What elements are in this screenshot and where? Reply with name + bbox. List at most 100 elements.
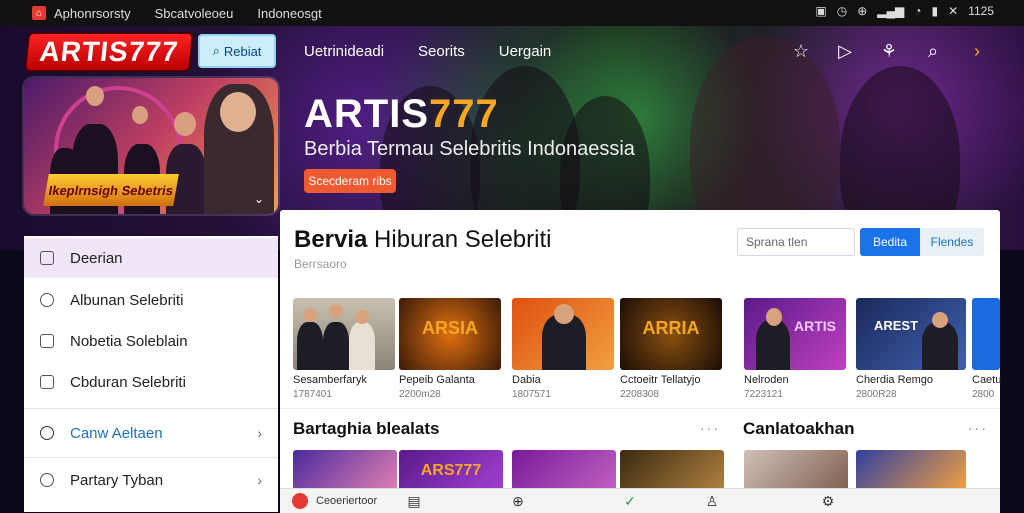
- card-meta: 7223121: [744, 389, 783, 400]
- wifi-icon: ◔: [914, 4, 922, 18]
- content-thumbnail[interactable]: [293, 450, 397, 490]
- alarm-icon: ◷: [836, 4, 848, 18]
- content-thumbnail[interactable]: ARS777: [399, 450, 503, 490]
- signal-icon: ▂▄▆: [877, 4, 905, 18]
- card-thumbnail: [293, 298, 395, 370]
- sidebar-item-label: Canw Aeltaen: [70, 424, 163, 442]
- card-title: Caetu: [972, 374, 1002, 386]
- sidebar-item[interactable]: Cbduran Selebriti: [24, 362, 278, 402]
- sidebar-item[interactable]: Nobetia Soleblain: [24, 321, 278, 361]
- section-title: Canlatoakhan: [743, 419, 855, 438]
- section-title: Bartaghia blealats: [293, 419, 440, 438]
- sidebar-item-label: Partary Tyban: [70, 471, 164, 489]
- chevron-right-icon: ›: [257, 472, 262, 488]
- singer-face: [220, 92, 256, 132]
- app-logo-icon: ⌂: [32, 6, 46, 20]
- sidebar-item[interactable]: Partary Tyban ›: [24, 460, 278, 500]
- sidebar-item-label: Albunan Selebriti: [70, 291, 184, 309]
- filter-input[interactable]: Sprana tlen: [737, 228, 855, 256]
- content-card[interactable]: AREST Cherdia Remgo 2800R28: [856, 298, 966, 400]
- nav-link[interactable]: Uetrinideadi: [304, 43, 384, 60]
- search-icon[interactable]: ⌕: [922, 40, 944, 62]
- top-navigation: Uetrinideadi Seorits Uergain: [304, 43, 551, 60]
- content-card[interactable]: ARRIA Cctoeitr Tellatyjo 2208308: [620, 298, 722, 400]
- card-title: Pepeib Galanta: [399, 374, 475, 386]
- nav-link[interactable]: Seorits: [418, 43, 465, 60]
- page-title-bold: Bervia: [294, 226, 368, 253]
- card-thumbnail: ARRIA: [620, 298, 722, 370]
- hero-title: ARTIS777: [304, 92, 499, 137]
- status-icons: ▣ ◷ ⊕ ▂▄▆ ◔ ▮ ✕ 1125: [815, 4, 994, 18]
- sidebar-item[interactable]: Canw Aeltaen ›: [24, 413, 278, 453]
- card-meta: 1787401: [293, 389, 332, 400]
- card-title: Nelroden: [744, 374, 789, 386]
- content-thumbnail[interactable]: [512, 450, 616, 490]
- card-meta: 2800: [972, 389, 995, 400]
- bottom-bar: Ceoeriertoor ▤ ⊕ ✓ ♙ ⚙: [280, 488, 1000, 513]
- clock: 1125: [968, 4, 994, 18]
- heart-icon: [40, 293, 54, 307]
- card-thumbnail: ARSIA: [399, 298, 501, 370]
- person-face: [86, 86, 104, 106]
- card-title: Cherdia Remgo: [856, 374, 934, 386]
- sidebar-item[interactable]: Deerian: [24, 238, 278, 278]
- card-meta: 1807571: [512, 389, 551, 400]
- star-icon[interactable]: ☆: [790, 40, 812, 62]
- nav-link[interactable]: Uergain: [499, 43, 552, 60]
- hero-subtitle: Berbia Termau Selebritis Indonaessia: [304, 138, 635, 160]
- chevron-down-icon[interactable]: ⌄: [254, 192, 264, 206]
- content-card[interactable]: ARTIS Nelroden 7223121: [744, 298, 846, 400]
- filter-button[interactable]: Bedita: [860, 228, 920, 256]
- content-thumbnail[interactable]: [856, 450, 966, 490]
- content-card[interactable]: Dabia 1807571: [512, 298, 614, 400]
- smile-icon: [40, 473, 54, 487]
- content-thumbnail[interactable]: [744, 450, 848, 490]
- check-icon[interactable]: ✓: [622, 493, 638, 509]
- search-button[interactable]: ⌕ Rebiat: [198, 34, 276, 68]
- document-icon[interactable]: ▤: [406, 493, 422, 509]
- featured-badge: Ikeplrnsigh Sebetris: [43, 174, 179, 206]
- card-thumbnail: [972, 298, 1000, 370]
- sidebar-item-label: Nobetia Soleblain: [70, 332, 188, 350]
- divider: [24, 408, 278, 409]
- user-icon[interactable]: ♙: [704, 493, 720, 509]
- more-options-icon[interactable]: ···: [700, 420, 720, 436]
- more-options-icon[interactable]: ···: [968, 420, 988, 436]
- page-title: Bervia Hiburan Selebriti: [294, 226, 551, 254]
- person-face: [554, 304, 574, 324]
- card-thumbnail-text: ARTIS: [794, 318, 836, 334]
- person-face: [329, 304, 343, 318]
- settings-icon[interactable]: ⚙: [820, 493, 836, 509]
- app-logo-icon: [292, 493, 308, 509]
- add-icon[interactable]: ⊕: [510, 493, 526, 509]
- cast-icon: ⊕: [857, 4, 868, 18]
- sidebar: Deerian Albunan Selebriti Nobetia Solebl…: [24, 236, 278, 512]
- person-figure: [922, 322, 958, 370]
- share-icon[interactable]: ⚘: [878, 40, 900, 62]
- content-card[interactable]: Sesamberfaryk 1787401: [293, 298, 395, 400]
- content-card[interactable]: Caetu 2800: [972, 298, 1002, 400]
- play-icon[interactable]: ▷: [834, 40, 856, 62]
- home-icon: [40, 251, 54, 265]
- card-thumbnail: ARTIS: [744, 298, 846, 370]
- sidebar-item-label: Cbduran Selebriti: [70, 373, 186, 391]
- brand-logo[interactable]: ARTIS777: [26, 34, 192, 70]
- page-title-rest: Hiburan Selebriti: [367, 226, 552, 253]
- bottom-bar-label: Ceoeriertoor: [316, 495, 378, 507]
- person-face: [174, 112, 196, 136]
- card-thumbnail: AREST: [856, 298, 966, 370]
- card-title: Sesamberfaryk: [293, 374, 367, 386]
- card-meta: 2208308: [620, 389, 659, 400]
- filter-button-secondary[interactable]: Flendes: [920, 228, 984, 256]
- person-face: [932, 312, 948, 328]
- header-actions: ☆ ▷ ⚘ ⌕ ›: [790, 40, 988, 62]
- featured-card[interactable]: Ikeplrnsigh Sebetris ⌄: [24, 78, 278, 214]
- content-card[interactable]: ARSIA Pepeib Galanta 2200m28: [399, 298, 501, 400]
- chevron-right-icon[interactable]: ›: [966, 40, 988, 62]
- sidebar-item[interactable]: Albunan Selebriti: [24, 280, 278, 320]
- content-thumbnail[interactable]: [620, 450, 724, 490]
- person-figure: [349, 322, 375, 370]
- hero-cta-button[interactable]: Scecderam ribs: [304, 169, 396, 193]
- divider: [280, 408, 1000, 409]
- card-meta: 2800R28: [856, 389, 897, 400]
